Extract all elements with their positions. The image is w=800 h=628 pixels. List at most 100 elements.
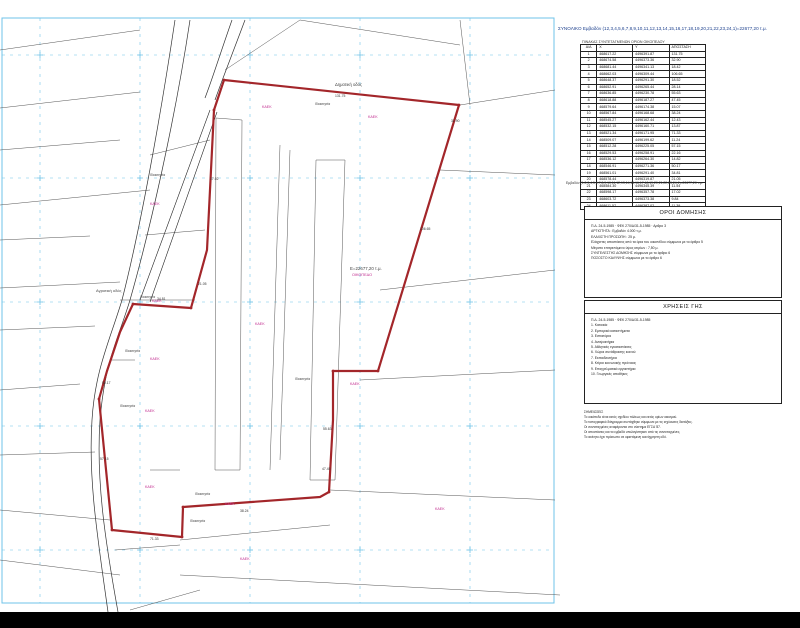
- table-cell: 18.52: [668, 76, 707, 85]
- table-cell: 4496357.78: [632, 189, 670, 197]
- svg-text:Ιδιοκτησία: Ιδιοκτησία: [295, 377, 310, 381]
- table-cell: 14: [579, 136, 598, 144]
- table-cell: 4496230.78: [632, 90, 670, 98]
- table-row: 22 468598.17 4496357.78 17.02: [579, 189, 707, 197]
- parcel-boundary: [97, 78, 461, 539]
- svg-text:50.17: 50.17: [102, 381, 111, 385]
- boundary-vertices: [97, 78, 461, 539]
- neighbor-parcel-lines: [0, 19, 560, 611]
- sheet-title: ΣΥΝΟΛΙΚΟ Εμβαδόν (12,3,4,5,6,7,8,9,10,11…: [558, 26, 767, 31]
- table-cell: 468532.15: [596, 123, 634, 131]
- table-cell: 16: [579, 149, 598, 158]
- table-cell: 468681.44: [596, 63, 634, 72]
- table-cell: 468662.03: [596, 70, 634, 78]
- table-cell: 4496341.13: [632, 63, 670, 72]
- table-header-row: Α/Α X Y ΑΠΟΣΤΑΣΗ: [579, 44, 707, 52]
- table-cell: 4496174.38: [632, 103, 670, 111]
- table-cell: 55.63: [668, 90, 707, 98]
- land-use-box: ΧΡΗΣΕΙΣ ΓΗΣ Π.Δ. 24-5-1985 · ΦΕΚ 270/Δ/3…: [584, 300, 782, 404]
- svg-text:Ιδιοκτησία: Ιδιοκτησία: [125, 349, 140, 353]
- svg-text:ΚΑΕΚ: ΚΑΕΚ: [240, 557, 250, 561]
- table-cell: 34.81: [668, 169, 707, 177]
- table-cell: 17.02: [668, 189, 707, 197]
- svg-text:106.65: 106.65: [420, 227, 430, 231]
- table-cell: 468603.72: [596, 195, 634, 204]
- table-cell: 10: [579, 109, 598, 118]
- svg-text:38.24: 38.24: [240, 509, 249, 513]
- svg-text:Ιδιοκτησία: Ιδιοκτησία: [140, 295, 155, 299]
- table-cell: 468617.22: [596, 50, 634, 59]
- table-row: 19 468561.01 4496291.40 34.81: [579, 169, 707, 177]
- svg-text:71.33: 71.33: [150, 537, 159, 541]
- table-cell: 23: [579, 195, 598, 204]
- svg-text:ΚΑΕΚ: ΚΑΕΚ: [350, 382, 360, 386]
- table-row: 2 468674.58 4496373.36 32.90: [579, 57, 707, 65]
- land-use-text: Π.Δ. 24-5-1985 · ΦΕΚ 270/Δ/31-5-1985 1. Κ…: [585, 314, 781, 381]
- table-row: 12 468532.15 4496160.71 13.87: [579, 123, 707, 131]
- table-cell: 2: [579, 57, 598, 65]
- table-row: 8 468618.88 4496187.27 47.45: [579, 96, 707, 105]
- table-cell: 9: [579, 103, 598, 111]
- table-cell: 4496258.91: [632, 149, 670, 158]
- table-cell: 47.45: [668, 96, 707, 105]
- table-cell: 468529.53: [596, 149, 634, 158]
- table-cell: 11: [579, 116, 598, 125]
- text-line: Το ακίνητο έχει πρόσωπο σε υφιστάμενη κο…: [584, 434, 667, 439]
- svg-text:ΚΑΕΚ: ΚΑΕΚ: [150, 202, 160, 206]
- table-row: 17 468536.12 4496264.30 14.82: [579, 156, 707, 164]
- table-cell: 11.24: [668, 136, 707, 144]
- table-cell: 468567.84: [596, 109, 634, 118]
- table-cell: 18.42: [668, 63, 707, 72]
- table-cell: 468561.01: [596, 169, 634, 177]
- table-row: 11 468545.27 4496162.44 12.43: [579, 116, 707, 125]
- table-cell: 4496291.30: [632, 76, 670, 85]
- building-rules-text: Π.Δ. 24-5-1985 · ΦΕΚ 270/Δ/31-5-1985 · Α…: [585, 220, 781, 266]
- road-label-top: Δημοτική οδός: [335, 82, 362, 87]
- table-cell: 13.87: [668, 123, 707, 131]
- boundary-lengths: 131.75 32.90 106.65 55.63 47.45 38.24 71…: [100, 94, 460, 541]
- table-cell: 4: [579, 70, 598, 78]
- table-cell: 131.75: [668, 50, 707, 59]
- neighbor-codes: ΚΑΕΚ ΚΑΕΚ ΚΑΕΚ ΚΑΕΚ ΚΑΕΚ ΚΑΕΚ ΚΑΕΚ ΚΑΕΚ …: [145, 105, 445, 561]
- table-row: 14 468509.07 4496199.62 11.24: [579, 136, 707, 144]
- table-cell: 15: [579, 142, 598, 151]
- table-cell: 106.65: [668, 70, 707, 78]
- svg-text:131.75: 131.75: [335, 94, 345, 98]
- table-cell: 468674.58: [596, 57, 634, 65]
- table-row: 13 468521.34 4496171.95 71.33: [579, 129, 707, 138]
- table-cell: 22: [579, 189, 598, 197]
- table-row: 6 468652.91 4496265.44 28.14: [579, 83, 707, 92]
- table-row: 23 468603.72 4496373.38 9.84: [579, 195, 707, 204]
- table-cell: 468521.34: [596, 129, 634, 138]
- table-cell: 7: [579, 90, 598, 98]
- table-cell: 468648.37: [596, 76, 634, 85]
- text-line: ΠΟΣΟΣΤΟ ΚΑΛΥΨΗΣ σύμφωνα με το άρθρο 6: [591, 256, 662, 261]
- table-cell: 4496309.44: [632, 70, 670, 78]
- table-cell: 4496373.36: [632, 57, 670, 65]
- table-cell: 4496271.36: [632, 162, 670, 171]
- table-cell: 13: [579, 129, 598, 138]
- parcel-area-label: E=22677,20 τ.μ.: [350, 266, 382, 271]
- table-cell: 468512.28: [596, 142, 634, 151]
- road-label-left: Αγροτική οδός: [96, 288, 122, 293]
- table-row: 1 468617.22 4496391.87 131.75: [579, 50, 707, 59]
- svg-text:ΚΑΕΚ: ΚΑΕΚ: [225, 502, 235, 506]
- table-cell: 4496199.62: [632, 136, 670, 144]
- building-rules-box: ΟΡΟΙ ΔΟΜΗΣΗΣ Π.Δ. 24-5-1985 · ΦΕΚ 270/Δ/…: [584, 206, 782, 298]
- table-cell: 468545.27: [596, 116, 634, 125]
- table-row: 5 468648.37 4496291.30 18.52: [579, 76, 707, 85]
- svg-text:Ιδιοκτησία: Ιδιοκτησία: [195, 492, 210, 496]
- table-cell: 4496171.95: [632, 129, 670, 138]
- table-cell: 4496187.27: [632, 96, 670, 105]
- parcel-code-label: ΟΙΚΟΠΕΔΟ: [352, 273, 372, 277]
- table-cell: 12: [579, 123, 598, 131]
- svg-text:34.81: 34.81: [157, 297, 166, 301]
- roads: [90, 19, 246, 612]
- table-cell: 1: [579, 50, 598, 59]
- table-cell: 468536.12: [596, 156, 634, 164]
- coordinate-grid: [1, 17, 555, 604]
- table-cell: 38.24: [668, 109, 707, 118]
- building-rules-heading: ΟΡΟΙ ΔΟΜΗΣΗΣ: [585, 207, 781, 220]
- table-cell: 468618.88: [596, 96, 634, 105]
- svg-text:ΚΑΕΚ: ΚΑΕΚ: [368, 115, 378, 119]
